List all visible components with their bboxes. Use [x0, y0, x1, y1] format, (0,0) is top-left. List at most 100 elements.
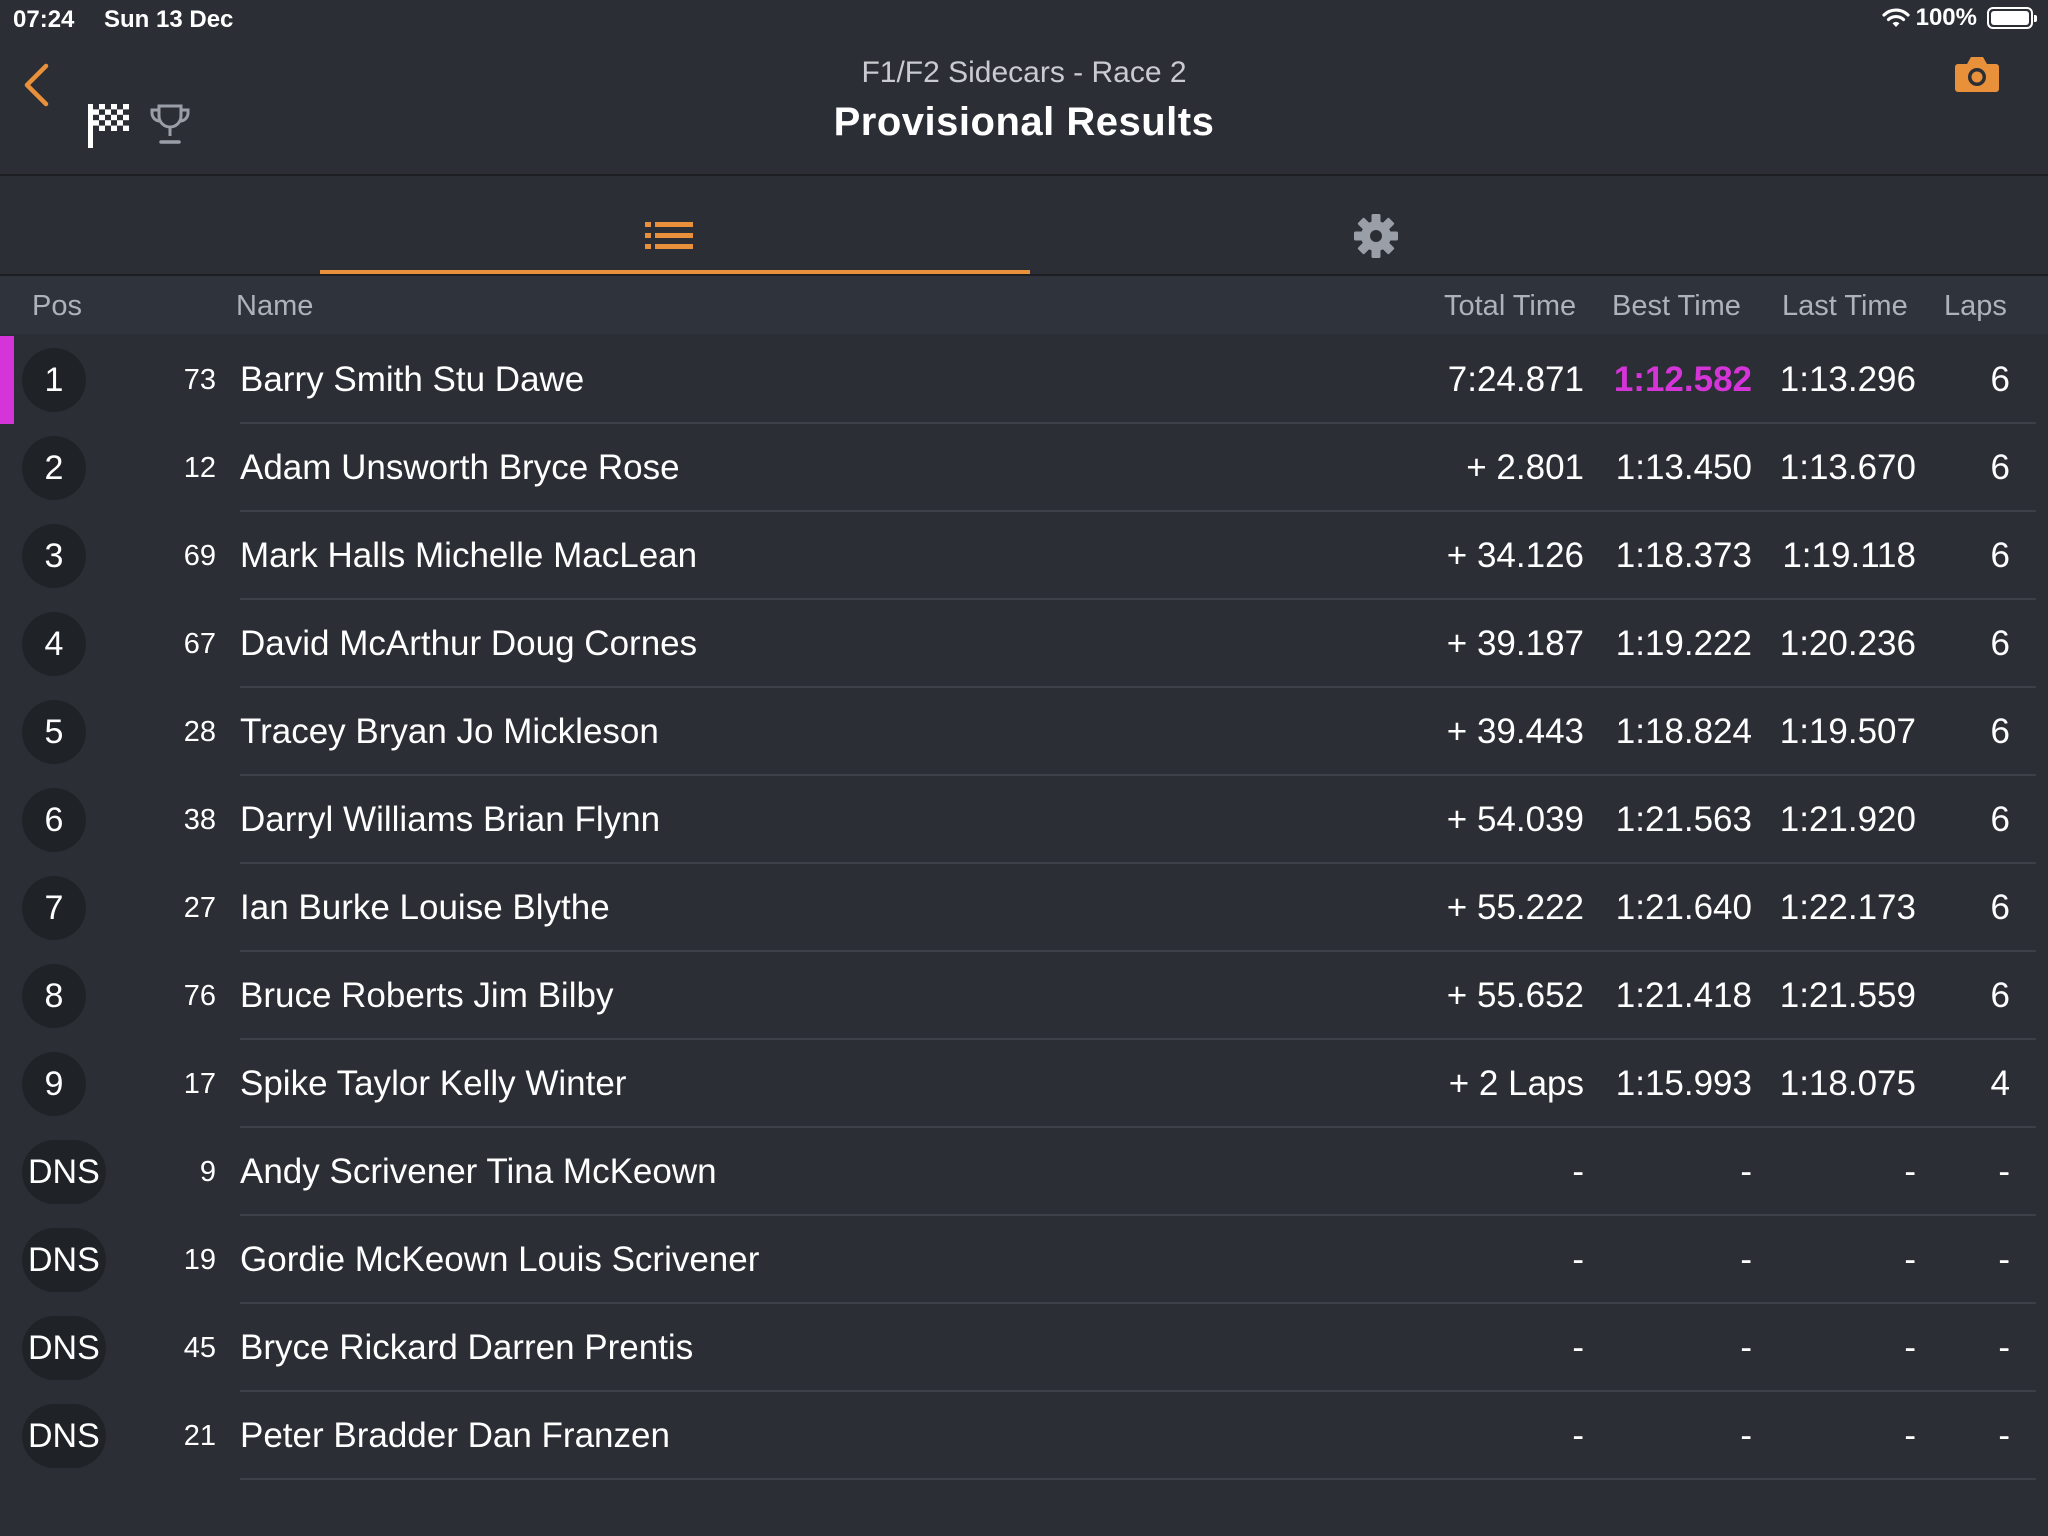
col-laps: Laps [1944, 290, 2007, 322]
camera-icon[interactable] [1954, 54, 2000, 94]
driver-names: Andy Scrivener Tina McKeown [240, 1152, 717, 1191]
table-row[interactable]: 8 76 Bruce Roberts Jim Bilby + 55.652 1:21.4… [0, 952, 2048, 1040]
driver-names: Peter Bradder Dan Franzen [240, 1416, 670, 1455]
table-row[interactable]: DNS 45 Bryce Rickard Darren Prentis - - - - [0, 1304, 2048, 1392]
driver-names: David McArthur Doug Cornes [240, 624, 698, 663]
total-time: + 34.126 [1446, 536, 1584, 575]
list-icon [645, 222, 693, 249]
table-row[interactable]: 5 28 Tracey Bryan Jo Mickleson + 39.443 1:18… [0, 688, 2048, 776]
table-row[interactable]: 3 69 Mark Halls Michelle MacLean + 34.126 1:… [0, 512, 2048, 600]
car-number: 69 [183, 540, 216, 572]
last-time: 1:22.173 [1779, 888, 1916, 927]
active-tab-indicator [320, 270, 1030, 274]
col-total-time: Total Time [1444, 290, 1577, 322]
status-right: 100% [1882, 4, 2037, 32]
laps-count: - [1998, 1240, 2010, 1279]
laps-count: - [1998, 1328, 2010, 1367]
best-time: - [1740, 1152, 1752, 1191]
car-number: 9 [199, 1156, 216, 1188]
last-time: - [1904, 1152, 1916, 1191]
table-row[interactable]: 6 38 Darryl Williams Brian Flynn + 54.039 1:… [0, 776, 2048, 864]
car-number: 67 [183, 628, 216, 660]
table-row[interactable]: DNS 19 Gordie McKeown Louis Scrivener - - - - [0, 1216, 2048, 1304]
laps-count: 6 [1990, 888, 2010, 927]
table-row[interactable]: DNS 9 Andy Scrivener Tina McKeown - - - - [0, 1128, 2048, 1216]
total-time: - [1572, 1416, 1584, 1455]
position-badge: 3 [22, 524, 86, 588]
total-time: + 39.443 [1446, 712, 1584, 751]
col-best-time: Best Time [1612, 290, 1741, 322]
driver-names: Mark Halls Michelle MacLean [240, 536, 698, 575]
best-time: 1:18.824 [1615, 712, 1752, 751]
total-time: + 55.222 [1446, 888, 1584, 927]
laps-count: 6 [1990, 800, 2010, 839]
last-time: 1:19.118 [1782, 536, 1916, 575]
table-row[interactable]: 1 73 Barry Smith Stu Dawe 7:24.871 1:12.582 1… [0, 336, 2048, 424]
position-badge: DNS [22, 1404, 106, 1468]
car-number: 19 [183, 1244, 216, 1276]
best-time: 1:19.222 [1615, 624, 1752, 663]
total-time: + 39.187 [1446, 624, 1584, 663]
driver-names: Tracey Bryan Jo Mickleson [240, 712, 659, 751]
total-time: 7:24.871 [1447, 360, 1584, 399]
car-number: 38 [183, 804, 216, 836]
laps-count: 6 [1990, 536, 2010, 575]
best-time: - [1740, 1240, 1752, 1279]
total-time: + 54.039 [1446, 800, 1584, 839]
row-divider [240, 1478, 2036, 1480]
nav-header: F1/F2 Sidecars - Race 2 Provisional Resu… [0, 40, 2048, 176]
table-row[interactable]: 2 12 Adam Unsworth Bryce Rose + 2.801 1:13.4… [0, 424, 2048, 512]
battery-icon [1987, 7, 2037, 29]
best-time: 1:12.582 [1613, 360, 1752, 399]
position-badge: 9 [22, 1052, 86, 1116]
best-time: 1:21.563 [1615, 800, 1752, 839]
laps-count: 6 [1990, 448, 2010, 487]
last-time: 1:21.559 [1779, 976, 1916, 1015]
status-date: Sun 13 Dec [104, 6, 234, 33]
total-time: + 2 Laps [1448, 1064, 1584, 1103]
position-badge: DNS [22, 1316, 106, 1380]
driver-names: Spike Taylor Kelly Winter [240, 1064, 627, 1103]
tab-bar [0, 176, 2048, 276]
last-time: 1:21.920 [1779, 800, 1916, 839]
laps-count: 6 [1990, 976, 2010, 1015]
tab-results-list[interactable] [320, 176, 1030, 274]
best-time: - [1740, 1328, 1752, 1367]
laps-count: - [1998, 1416, 2010, 1455]
laps-count: 6 [1990, 624, 2010, 663]
total-time: - [1572, 1328, 1584, 1367]
best-time: 1:21.640 [1615, 888, 1752, 927]
table-row[interactable]: 4 67 David McArthur Doug Cornes + 39.187 1:1… [0, 600, 2048, 688]
position-badge: 5 [22, 700, 86, 764]
best-time: 1:21.418 [1615, 976, 1752, 1015]
col-name: Name [236, 290, 314, 322]
car-number: 12 [183, 452, 216, 484]
car-number: 73 [183, 364, 216, 396]
last-time: 1:13.670 [1779, 448, 1916, 487]
last-time: - [1904, 1240, 1916, 1279]
position-badge: 8 [22, 964, 86, 1028]
car-number: 76 [183, 980, 216, 1012]
position-badge: DNS [22, 1140, 106, 1204]
best-time: 1:13.450 [1615, 448, 1752, 487]
last-time: 1:19.507 [1779, 712, 1916, 751]
position-badge: 6 [22, 788, 86, 852]
results-table-header: Pos Name Total Time Best Time Last Time … [0, 276, 2048, 334]
driver-names: Darryl Williams Brian Flynn [240, 800, 661, 839]
driver-names: Gordie McKeown Louis Scrivener [240, 1240, 760, 1279]
tab-settings[interactable] [1040, 176, 1710, 274]
last-time: 1:18.075 [1779, 1064, 1916, 1103]
total-time: - [1572, 1152, 1584, 1191]
battery-percent: 100% [1915, 4, 1977, 31]
best-time: 1:15.993 [1615, 1064, 1752, 1103]
table-row[interactable]: DNS 21 Peter Bradder Dan Franzen - - - - [0, 1392, 2048, 1480]
position-badge: 1 [22, 348, 86, 412]
best-time: 1:18.373 [1615, 536, 1752, 575]
car-number: 28 [183, 716, 216, 748]
table-row[interactable]: 7 27 Ian Burke Louise Blythe + 55.222 1:21.6… [0, 864, 2048, 952]
table-row[interactable]: 9 17 Spike Taylor Kelly Winter + 2 Laps 1:15… [0, 1040, 2048, 1128]
position-badge: 2 [22, 436, 86, 500]
driver-names: Adam Unsworth Bryce Rose [240, 448, 680, 487]
laps-count: - [1998, 1152, 2010, 1191]
status-time: 07:24 [13, 6, 75, 33]
